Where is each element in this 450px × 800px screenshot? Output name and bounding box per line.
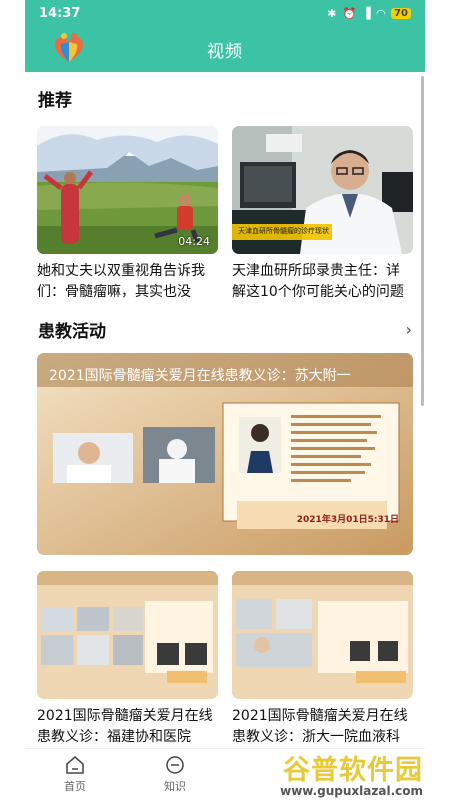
activity-thumbnail-image	[232, 571, 413, 699]
recommend-header: 推荐	[25, 86, 425, 111]
watermark: 谷普软件园 www.gupuxlazal.com	[280, 748, 423, 798]
app-screen: 14:37 ✱ ⏰ ▐ ◠ 70 视频 推荐 04:24 她和丈夫以双重视角告诉…	[25, 0, 425, 800]
activity-title[interactable]: 2021国际骨髓瘤关爱月在线患教义诊：福建协和医院	[37, 706, 218, 748]
activities-title: 患教活动	[38, 322, 106, 342]
scrollbar[interactable]	[421, 76, 424, 406]
banner-date: 2021年3月01日5:31日	[296, 515, 399, 525]
activity-card[interactable]: 2021国际骨髓瘤关爱月在线患教义诊：福建协和医院	[37, 571, 218, 748]
chevron-right-icon[interactable]: ›	[406, 320, 412, 339]
status-bar: 14:37 ✱ ⏰ ▐ ◠ 70	[25, 0, 425, 26]
video-overlay-caption: 天津血研所骨髓瘤的诊疗现状	[238, 227, 329, 235]
video-title[interactable]: 她和丈夫以双重视角告诉我们：骨髓瘤嘛，其实也没那...	[37, 261, 218, 303]
video-card[interactable]: 天津血研所骨髓瘤的诊疗现状 天津血研所邱录贵主任：详解这10个你可能关心的问题	[232, 126, 413, 303]
alarm-icon: ⏰	[342, 6, 357, 20]
watermark-text: 谷普软件园	[283, 755, 423, 786]
battery-icon: 70	[391, 7, 411, 19]
recommend-title: 推荐	[38, 91, 72, 111]
watermark-url: www.gupuxlazal.com	[280, 784, 423, 798]
video-thumbnail[interactable]: 天津血研所骨髓瘤的诊疗现状	[232, 126, 413, 254]
video-thumbnail[interactable]: 04:24	[37, 126, 218, 254]
tab-home[interactable]: 首页	[25, 749, 125, 800]
video-card[interactable]: 04:24 她和丈夫以双重视角告诉我们：骨髓瘤嘛，其实也没那...	[37, 126, 218, 303]
activities-header[interactable]: 患教活动 ›	[25, 317, 425, 342]
activity-banner[interactable]: 2021国际骨髓瘤关爱月在线患教义诊：苏大附一 2021年3月01日5:31日	[37, 353, 413, 555]
video-title[interactable]: 天津血研所邱录贵主任：详解这10个你可能关心的问题	[232, 261, 413, 303]
activity-thumbnail[interactable]	[232, 571, 413, 699]
activity-title[interactable]: 2021国际骨髓瘤关爱月在线患教义诊：浙大一院血液科	[232, 706, 413, 748]
app-logo-icon	[55, 33, 83, 62]
activity-thumbnail[interactable]	[37, 571, 218, 699]
tab-knowledge[interactable]: 知识	[125, 749, 225, 800]
activity-grid: 2021国际骨髓瘤关爱月在线患教义诊：福建协和医院 2021国际骨髓瘤关爱月在线…	[37, 571, 413, 748]
activity-card[interactable]: 2021国际骨髓瘤关爱月在线患教义诊：浙大一院血液科	[232, 571, 413, 748]
tab-knowledge-label: 知识	[164, 780, 186, 793]
recommend-grid: 04:24 她和丈夫以双重视角告诉我们：骨髓瘤嘛，其实也没那...	[37, 126, 413, 303]
banner-title: 2021国际骨髓瘤关爱月在线患教义诊：苏大附一	[49, 368, 351, 384]
bluetooth-icon: ✱	[327, 6, 337, 20]
signal-icon: ▐	[362, 6, 371, 20]
knowledge-icon	[166, 756, 184, 774]
home-icon	[66, 756, 84, 774]
status-time: 14:37	[39, 5, 81, 21]
activity-thumbnail-image	[37, 571, 218, 699]
page-title: 视频	[207, 41, 243, 62]
wifi-icon: ◠	[376, 6, 386, 20]
status-icons: ✱ ⏰ ▐ ◠ 70	[327, 7, 411, 20]
tab-home-label: 首页	[64, 780, 86, 793]
video-duration: 04:24	[178, 235, 210, 248]
app-header: 视频	[25, 26, 425, 72]
